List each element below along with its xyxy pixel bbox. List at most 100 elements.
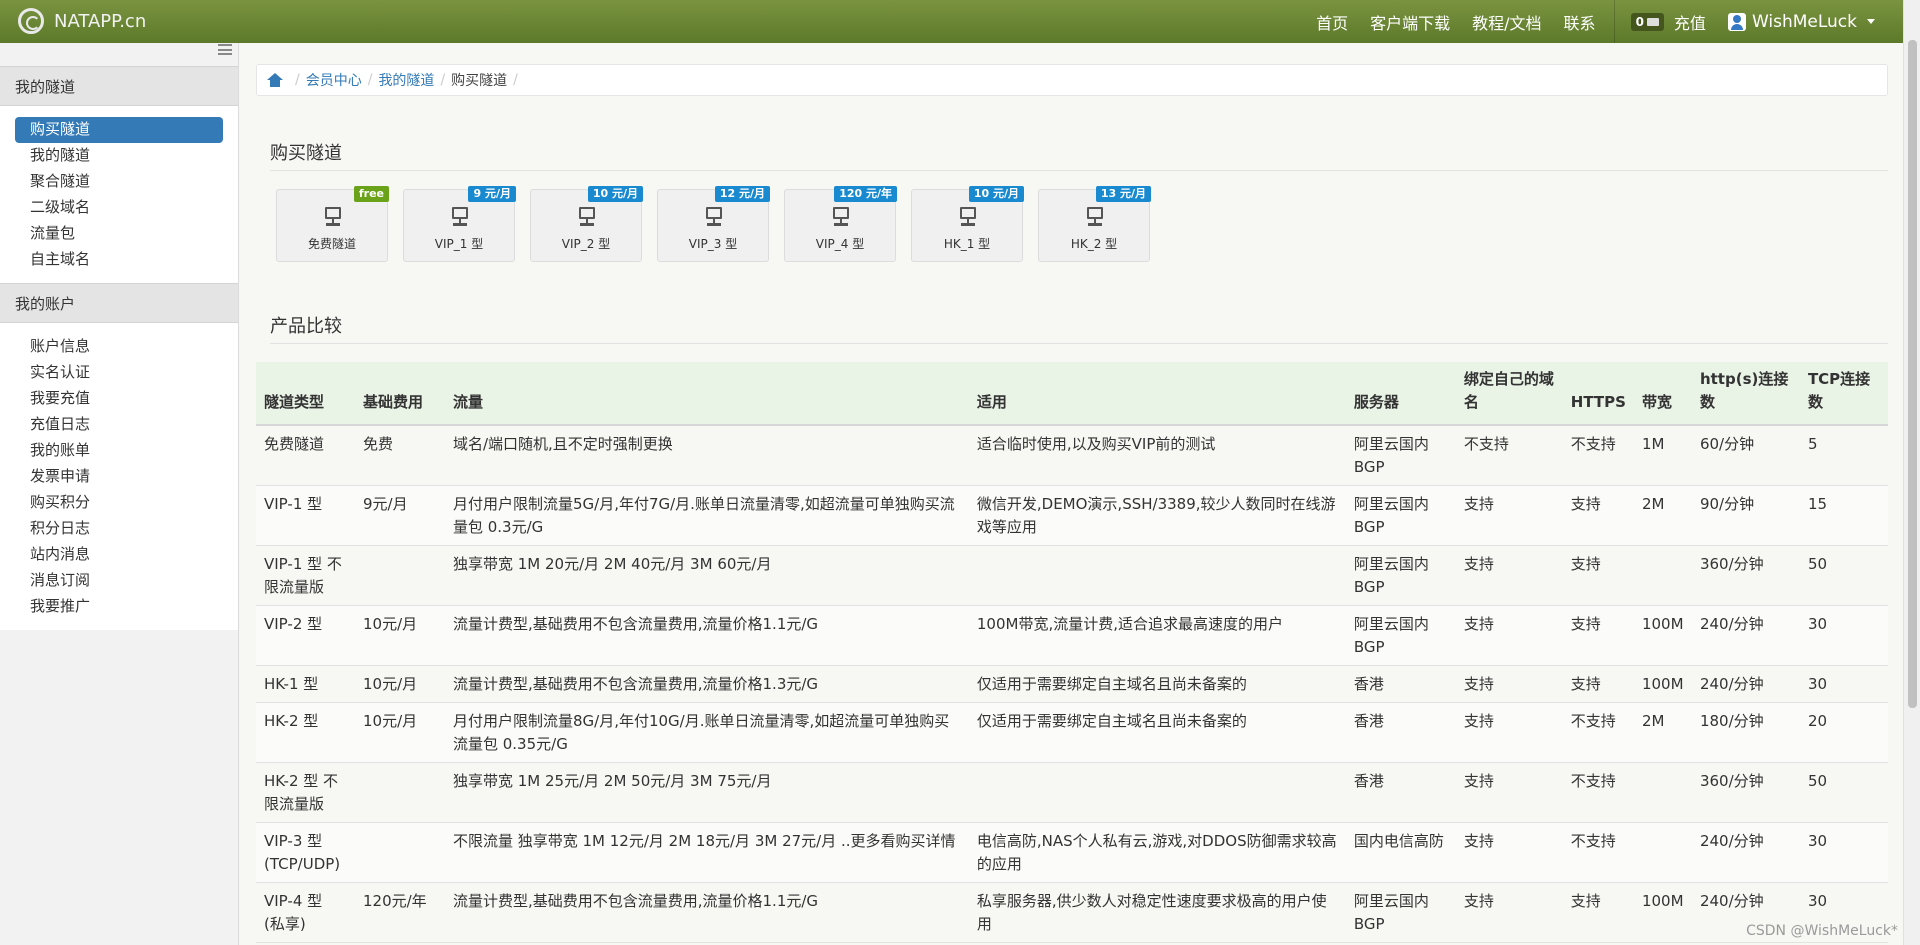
table-cell: 10元/月 xyxy=(354,605,445,666)
sidebar: 我的隧道 购买隧道 我的隧道 聚合隧道 二级域名 流量包 自主域名 我的账户 账… xyxy=(0,43,239,945)
sidebar-item-recharge-log[interactable]: 充值日志 xyxy=(15,412,223,438)
tile-vip2[interactable]: VIP_2 型 10 元/月 xyxy=(530,186,643,262)
table-cell: 100M xyxy=(1633,605,1692,666)
breadcrumb-separator: / xyxy=(513,72,518,88)
message-count: 0 xyxy=(1635,14,1644,29)
breadcrumb-separator: / xyxy=(295,72,300,88)
table-cell: 10元/月 xyxy=(354,702,445,763)
table-cell: 支持 xyxy=(1562,665,1634,703)
breadcrumb-separator: / xyxy=(367,72,373,88)
col-header-server: 服务器 xyxy=(1345,362,1456,426)
nav-download-link[interactable]: 客户端下载 xyxy=(1370,10,1450,34)
table-cell: 支持 xyxy=(1455,762,1563,823)
nav-home-link[interactable]: 首页 xyxy=(1316,10,1348,34)
tile-hk2[interactable]: HK_2 型 13 元/月 xyxy=(1038,186,1151,262)
tile-vip1[interactable]: VIP_1 型 9 元/月 xyxy=(403,186,516,262)
table-row: HK-2 型 不限流量版 独享带宽 1M 25元/月 2M 50元/月 3M 75… xyxy=(256,762,1888,823)
tile-vip3[interactable]: VIP_3 型 12 元/月 xyxy=(657,186,770,262)
sidebar-item-custom-domain[interactable]: 自主域名 xyxy=(15,247,223,273)
sidebar-item-points-log[interactable]: 积分日志 xyxy=(15,516,223,542)
message-badge[interactable]: 0 xyxy=(1630,12,1664,31)
price-badge: 13 元/月 xyxy=(1095,186,1151,202)
sidebar-item-subscriptions[interactable]: 消息订阅 xyxy=(15,568,223,594)
breadcrumb-member-center[interactable]: 会员中心 xyxy=(306,70,362,90)
sidebar-item-my-tunnels[interactable]: 我的隧道 xyxy=(15,143,223,169)
sidebar-item-aggregate-tunnels[interactable]: 聚合隧道 xyxy=(15,169,223,195)
sidebar-item-subdomain[interactable]: 二级域名 xyxy=(15,195,223,221)
sidebar-item-account-info[interactable]: 账户信息 xyxy=(15,334,223,360)
table-body: 免费隧道 免费 域名/端口随机,且不定时强制更换 适合临时使用,以及购买VIP前的测试… xyxy=(256,425,1888,943)
table-cell: 独享带宽 1M 20元/月 2M 40元/月 3M 60元/月 xyxy=(444,545,969,606)
nav-recharge-link[interactable]: 充值 xyxy=(1674,10,1706,34)
brand[interactable]: NATAPP.cn xyxy=(18,8,146,34)
table-cell: 60/分钟 xyxy=(1691,425,1800,486)
price-badge: 10 元/月 xyxy=(587,186,643,202)
table-cell: 240/分钟 xyxy=(1691,605,1800,666)
brand-name: NATAPP.cn xyxy=(54,10,147,32)
table-cell: 电信高防,NAS个人私有云,游戏,对DDOS防御需求较高的应用 xyxy=(968,822,1346,883)
sidebar-item-recharge[interactable]: 我要充值 xyxy=(15,386,223,412)
table-cell: 20 xyxy=(1799,702,1888,763)
sidebar-collapse-icon[interactable] xyxy=(218,44,232,55)
table-cell: 香港 xyxy=(1345,762,1456,823)
table-cell: 仅适用于需要绑定自主域名且尚未备案的 xyxy=(968,665,1346,703)
table-row: VIP-4 型 (私享) 120元/年 流量计费型,基础费用不包含流量费用,流量价格… xyxy=(256,882,1888,943)
nav-contact-link[interactable]: 联系 xyxy=(1564,10,1596,34)
table-cell xyxy=(1633,822,1692,883)
sidebar-item-invoice[interactable]: 发票申请 xyxy=(15,464,223,490)
tile-label: HK_2 型 xyxy=(1070,237,1118,251)
user-menu[interactable]: WishMeLuck xyxy=(1727,12,1875,32)
table-cell: 支持 xyxy=(1455,665,1563,703)
table-row: HK-1 型 10元/月 流量计费型,基础费用不包含流量费用,流量价格1.3元/G 仅… xyxy=(256,665,1888,703)
table-cell xyxy=(354,545,445,606)
table-cell xyxy=(354,762,445,823)
table-cell: 支持 xyxy=(1562,545,1634,606)
monitor-icon xyxy=(577,207,597,227)
table-cell: 月付用户限制流量8G/月,年付10G/月.账单日流量清零,如超流量可单独购买流量… xyxy=(444,702,969,763)
table-cell: 90/分钟 xyxy=(1691,485,1800,546)
table-cell: VIP-4 型 (私享) xyxy=(256,882,355,943)
table-cell: HK-2 型 不限流量版 xyxy=(256,762,355,823)
tile-hk1[interactable]: HK_1 型 10 元/月 xyxy=(911,186,1024,262)
sidebar-item-messages[interactable]: 站内消息 xyxy=(15,542,223,568)
user-icon xyxy=(1727,12,1746,31)
table-cell: VIP-3 型 (TCP/UDP) xyxy=(256,822,355,883)
table-cell: 240/分钟 xyxy=(1691,665,1800,703)
table-cell: 30 xyxy=(1799,605,1888,666)
sidebar-section-tunnels[interactable]: 我的隧道 xyxy=(0,66,238,106)
sidebar-item-verification[interactable]: 实名认证 xyxy=(15,360,223,386)
sidebar-item-traffic-pack[interactable]: 流量包 xyxy=(15,221,223,247)
sidebar-section-account[interactable]: 我的账户 xyxy=(0,283,238,323)
tunnel-tiles: 免费隧道 free VIP_1 型 9 元/月 VIP_2 型 10 元/月 V… xyxy=(276,186,1151,262)
table-cell: 不支持 xyxy=(1455,425,1563,486)
nav-docs-link[interactable]: 教程/文档 xyxy=(1472,10,1541,34)
table-cell: 阿里云国内BGP xyxy=(1345,605,1456,666)
table-cell xyxy=(354,822,445,883)
watermark: CSDN @WishMeLuck* xyxy=(1746,923,1898,939)
monitor-icon xyxy=(450,207,470,227)
table-cell: 5 xyxy=(1799,425,1888,486)
monitor-icon xyxy=(704,207,724,227)
table-cell: 支持 xyxy=(1455,605,1563,666)
table-cell: 阿里云国内BGP xyxy=(1345,425,1456,486)
table-cell: 15 xyxy=(1799,485,1888,546)
tile-free-tunnel[interactable]: 免费隧道 free xyxy=(276,186,389,262)
breadcrumb-my-tunnels[interactable]: 我的隧道 xyxy=(378,70,434,90)
sidebar-item-bills[interactable]: 我的账单 xyxy=(15,438,223,464)
scrollbar-thumb[interactable] xyxy=(1908,40,1917,708)
table-cell: 适合临时使用,以及购买VIP前的测试 xyxy=(968,425,1346,486)
sidebar-item-buy-points[interactable]: 购买积分 xyxy=(15,490,223,516)
home-icon[interactable] xyxy=(267,73,283,87)
product-compare-table: 隧道类型 基础费用 流量 适用 服务器 绑定自己的域名 HTTPS 带宽 htt… xyxy=(256,362,1888,943)
tile-label: VIP_4 型 xyxy=(815,237,865,251)
tile-vip4[interactable]: VIP_4 型 120 元/年 xyxy=(784,186,897,262)
table-cell: 仅适用于需要绑定自主域名且尚未备案的 xyxy=(968,702,1346,763)
sidebar-item-buy-tunnel[interactable]: 购买隧道 xyxy=(15,117,223,143)
sidebar-item-referral[interactable]: 我要推广 xyxy=(15,594,223,620)
table-cell: 2M xyxy=(1633,702,1692,763)
breadcrumb: / 会员中心 / 我的隧道 / 购买隧道 / xyxy=(256,64,1888,96)
table-cell: 国内电信高防 xyxy=(1345,822,1456,883)
table-cell: 免费 xyxy=(354,425,445,486)
page-scrollbar[interactable] xyxy=(1903,0,1920,945)
table-cell: 100M xyxy=(1633,882,1692,943)
